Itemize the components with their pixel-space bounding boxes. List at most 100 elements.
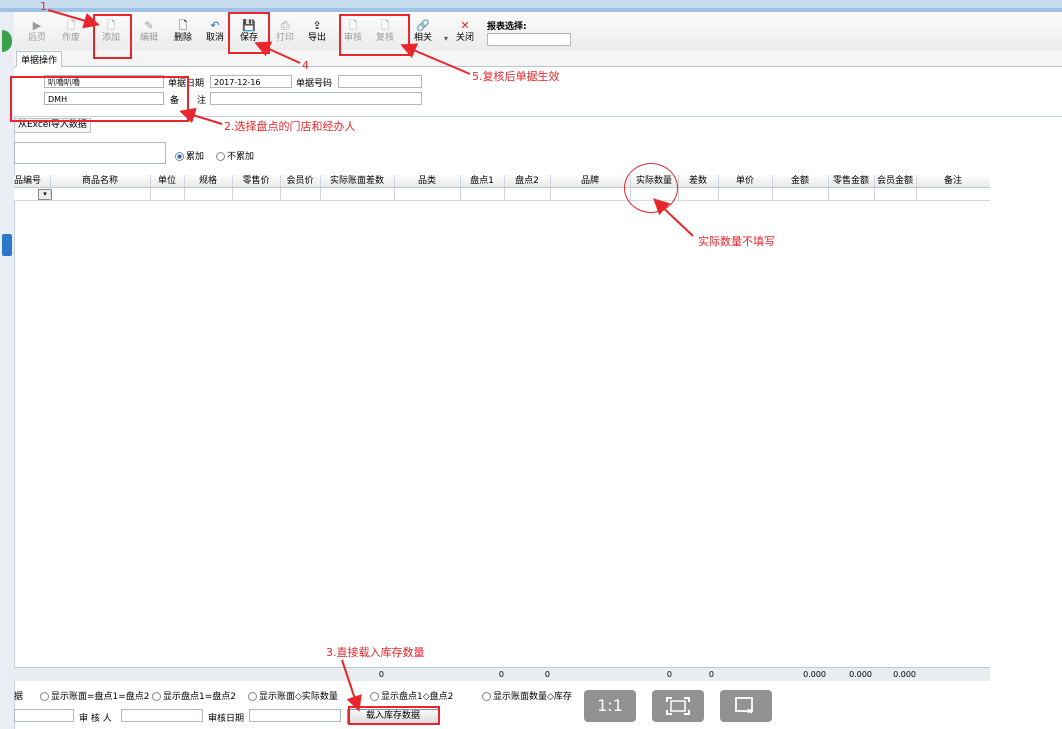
column-header[interactable]: 规格 (184, 175, 232, 187)
column-header[interactable]: 盘点1 (460, 175, 504, 187)
mode-accumulate-option[interactable]: 累加 (175, 149, 204, 162)
toolbar-button-8[interactable]: ⇪ 导出 (300, 18, 334, 48)
column-divider (460, 188, 461, 200)
toolbar-button-1[interactable]: 🗋 作废 (54, 18, 88, 48)
toolbar-button-5[interactable]: ↶ 取消 (198, 18, 232, 48)
toolbar-button-label: 删除 (173, 33, 192, 43)
highlight-save (228, 12, 270, 54)
column-header[interactable]: 单位 (150, 175, 184, 187)
remark-field[interactable] (210, 92, 422, 105)
column-header[interactable]: 差数 (678, 175, 718, 187)
column-divider (394, 188, 395, 200)
column-divider (232, 188, 233, 200)
mode-no-accumulate-option[interactable]: 不累加 (216, 149, 254, 162)
display-option[interactable]: 显示盘点1◇盘点2 (370, 689, 453, 702)
column-header[interactable]: 零售价 (232, 175, 280, 187)
display-option: 据 (14, 689, 23, 702)
column-divider (460, 175, 461, 187)
highlight-add (93, 14, 132, 59)
bottom-bar: 审 核 人 审核日期 载入库存数据 (14, 708, 1062, 724)
column-header[interactable]: 会员金额 (874, 175, 916, 187)
column-header[interactable]: 品牌 (550, 175, 630, 187)
window-top-strip (0, 0, 1062, 8)
grid-row[interactable]: ▾ (14, 188, 990, 201)
column-divider (320, 175, 321, 187)
toolbar-button-label: 关闭 (455, 33, 474, 43)
side-blue-marker (2, 234, 12, 256)
doc-number-field[interactable] (338, 75, 422, 88)
column-header[interactable]: 商品名称 (50, 175, 150, 187)
column-header[interactable]: 品编号 (14, 175, 50, 187)
toolbar-button-label: 取消 (205, 33, 224, 43)
display-option[interactable]: 显示盘点1=盘点2 (152, 689, 236, 702)
column-divider (916, 188, 917, 200)
annotation-6: 实际数量不填写 (698, 235, 775, 248)
column-header[interactable]: 金额 (772, 175, 828, 187)
highlight-review (339, 14, 410, 56)
column-divider (772, 175, 773, 187)
radio-off-icon[interactable] (370, 692, 379, 701)
column-header[interactable]: 实际账面差数 (320, 175, 394, 187)
radio-off-icon[interactable] (216, 152, 225, 161)
highlight-store-handler (10, 76, 189, 122)
mode-no-accumulate-label: 不累加 (227, 152, 255, 162)
annotation-4: 4 (302, 59, 309, 72)
column-divider (828, 188, 829, 200)
tab-document-operation[interactable]: 单据操作 (16, 51, 63, 67)
column-header[interactable]: 盘点2 (504, 175, 550, 187)
toolbar-button-3[interactable]: ✎ 编辑 (132, 18, 166, 48)
column-divider (394, 175, 395, 187)
close-icon: ✕ (460, 19, 470, 32)
display-option[interactable]: 显示账面=盘点1=盘点2 (40, 689, 150, 702)
link-icon: 🔗 (416, 19, 430, 32)
report-select-label: 报表选择: (487, 22, 527, 32)
column-header[interactable]: 会员价 (280, 175, 320, 187)
dropdown-arrow-icon[interactable]: ▾ (444, 34, 448, 43)
toolbar-button-0[interactable]: ▶ 后页 (20, 18, 54, 48)
export-icon: ⇪ (312, 19, 322, 32)
column-header[interactable]: 单价 (718, 175, 772, 187)
date-field[interactable]: 2017-12-16 (210, 75, 292, 88)
maker-field[interactable] (14, 709, 74, 722)
radio-off-icon[interactable] (482, 692, 491, 701)
radio-off-icon[interactable] (248, 692, 257, 701)
column-header[interactable]: 品类 (394, 175, 460, 187)
fit-screen-icon[interactable] (652, 690, 704, 722)
display-option-label: 显示账面数量◇库存 (493, 692, 572, 702)
barcode-input[interactable] (14, 142, 166, 164)
toolbar-button-4[interactable]: 🗋 删除 (166, 18, 200, 48)
footer-sum: 0 (666, 670, 672, 679)
column-divider (50, 188, 51, 200)
footer-sum: 0 (378, 670, 384, 679)
display-option[interactable]: 显示账面数量◇库存 (482, 689, 572, 702)
column-header[interactable]: 零售金额 (828, 175, 874, 187)
column-divider (678, 175, 679, 187)
report-select-input[interactable] (487, 33, 571, 46)
annotation-3: 3.直接载入库存数量 (326, 646, 425, 659)
edit-doc-icon: ✎ (144, 19, 154, 32)
zoom-1-1-button[interactable]: 1:1 (584, 690, 636, 722)
display-option[interactable]: 显示账面◇实际数量 (248, 689, 338, 702)
toolbar-button-12[interactable]: ✕ 关闭 (448, 18, 482, 48)
toolbar-button-11[interactable]: 🔗 相关 (406, 18, 440, 48)
toolbar-button-label: 作废 (61, 33, 80, 43)
column-divider (50, 175, 51, 187)
reviewer-field[interactable] (121, 709, 203, 722)
radio-on-icon[interactable] (175, 152, 184, 161)
column-header[interactable]: 备注 (916, 175, 990, 187)
radio-off-icon[interactable] (152, 692, 161, 701)
column-divider (718, 188, 719, 200)
display-option-label: 显示账面◇实际数量 (259, 692, 338, 702)
column-divider (150, 175, 151, 187)
footer-sum: 0.000 (849, 670, 872, 679)
radio-off-icon[interactable] (40, 692, 49, 701)
review-date-label: 审核日期 (208, 714, 245, 724)
toolbar-button-7[interactable]: ⎙ 打印 (268, 18, 302, 48)
footer-sum: 0.000 (803, 670, 826, 679)
highlight-load-button (348, 706, 440, 725)
column-divider (550, 175, 551, 187)
column-divider (718, 175, 719, 187)
screenshot-icon[interactable] (720, 690, 772, 722)
review-date-field[interactable] (249, 709, 341, 722)
column-divider (916, 175, 917, 187)
